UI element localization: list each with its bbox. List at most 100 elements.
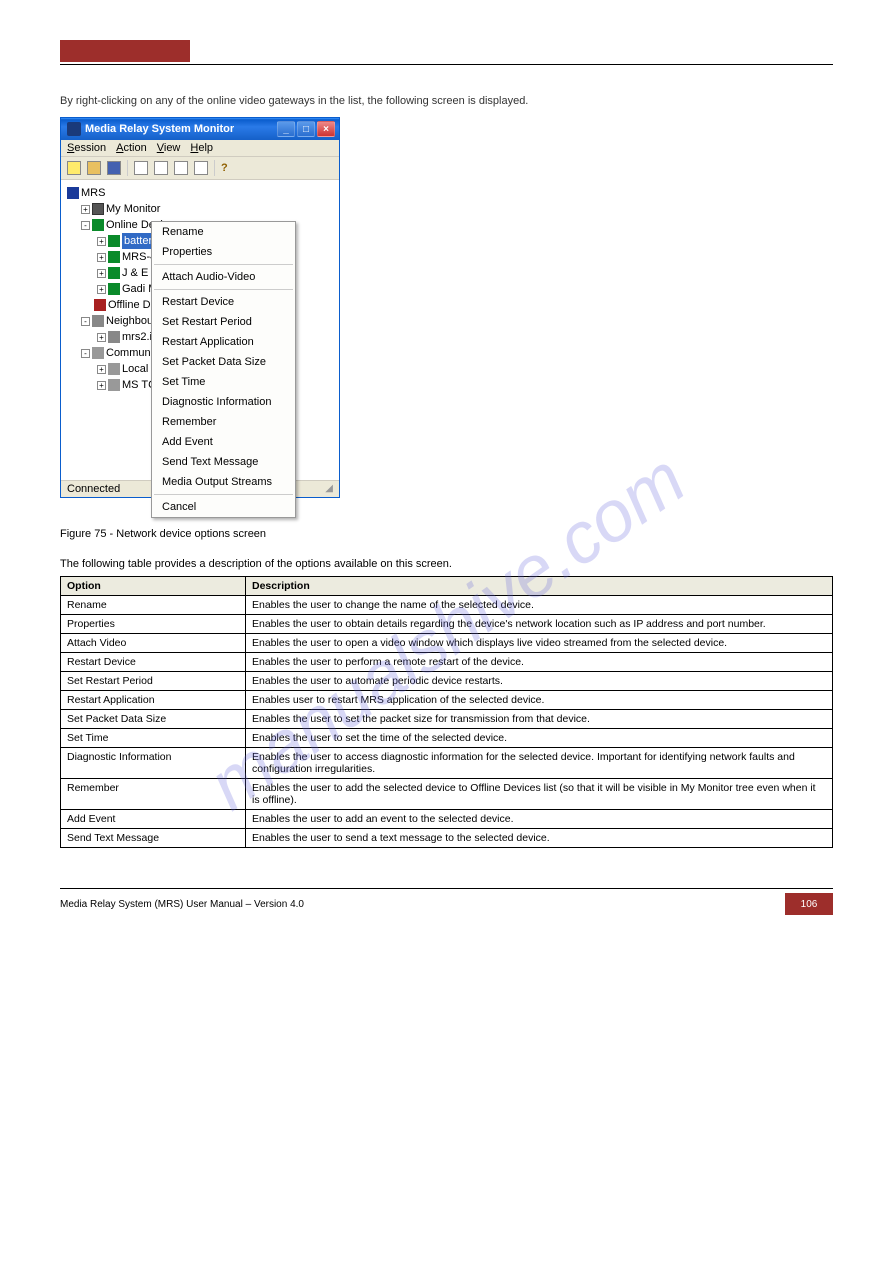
tree-item-label: J & E I: [122, 265, 154, 281]
context-menu-item[interactable]: Diagnostic Information: [152, 392, 295, 412]
context-menu-item[interactable]: Set Packet Data Size: [152, 352, 295, 372]
cell-description: Enables the user to send a text message …: [246, 829, 833, 848]
toolbar-layout-2[interactable]: [154, 161, 168, 175]
cell-option: Properties: [61, 615, 246, 634]
header-rule: [60, 64, 833, 65]
context-menu-item[interactable]: Media Output Streams: [152, 472, 295, 492]
toolbar-layout-3[interactable]: [174, 161, 188, 175]
toolbar-icon-save[interactable]: [107, 161, 121, 175]
context-menu-item[interactable]: Set Time: [152, 372, 295, 392]
table-row: Diagnostic InformationEnables the user t…: [61, 748, 833, 779]
app-icon: [67, 122, 81, 136]
header-red-bar: [60, 40, 190, 62]
node-icon: [108, 235, 120, 247]
figure-caption: Figure 75 - Network device options scree…: [60, 528, 833, 540]
cell-option: Set Restart Period: [61, 672, 246, 691]
node-icon: [92, 347, 104, 359]
menu-separator: [154, 494, 293, 495]
toolbar-layout-4[interactable]: [194, 161, 208, 175]
menu-view[interactable]: View: [157, 142, 181, 154]
table-row: Send Text MessageEnables the user to sen…: [61, 829, 833, 848]
tree-item-label: mrs2.i: [122, 329, 152, 345]
cell-description: Enables user to restart MRS application …: [246, 691, 833, 710]
cell-description: Enables the user to open a video window …: [246, 634, 833, 653]
expand-icon[interactable]: +: [97, 237, 106, 246]
expand-icon[interactable]: +: [97, 253, 106, 262]
cell-option: Rename: [61, 596, 246, 615]
root-icon: [67, 187, 79, 199]
th-option: Option: [61, 577, 246, 596]
tree-root-label: MRS: [81, 185, 105, 201]
context-menu-item[interactable]: Rename: [152, 222, 295, 242]
cell-description: Enables the user to change the name of t…: [246, 596, 833, 615]
menu-action[interactable]: Action: [116, 142, 147, 154]
cell-description: Enables the user to set the time of the …: [246, 729, 833, 748]
context-menu-item[interactable]: Add Event: [152, 432, 295, 452]
context-menu-item[interactable]: Cancel: [152, 497, 295, 517]
toolbar-sep-1: [127, 160, 128, 176]
context-menu-item[interactable]: Restart Application: [152, 332, 295, 352]
titlebar: Media Relay System Monitor _ □ ×: [61, 118, 339, 140]
expand-icon[interactable]: +: [97, 333, 106, 342]
context-menu-item[interactable]: Attach Audio-Video: [152, 267, 295, 287]
cell-option: Remember: [61, 779, 246, 810]
expand-icon[interactable]: +: [97, 269, 106, 278]
table-row: Set Packet Data SizeEnables the user to …: [61, 710, 833, 729]
cell-option: Restart Device: [61, 653, 246, 672]
tree-item-label: Offline De: [108, 297, 157, 313]
node-icon: [92, 203, 104, 215]
expand-icon[interactable]: -: [81, 221, 90, 230]
tree-root[interactable]: MRS: [63, 185, 337, 201]
table-row: RenameEnables the user to change the nam…: [61, 596, 833, 615]
options-table: Option Description RenameEnables the use…: [60, 576, 833, 848]
toolbar-help-icon[interactable]: ?: [221, 162, 228, 174]
expand-icon[interactable]: -: [81, 349, 90, 358]
context-menu-item[interactable]: Set Restart Period: [152, 312, 295, 332]
context-menu: RenameProperties Attach Audio-Video Restar…: [151, 221, 296, 518]
expand-icon[interactable]: +: [97, 285, 106, 294]
node-icon: [92, 315, 104, 327]
footer-left: Media Relay System (MRS) User Manual – V…: [60, 899, 785, 910]
minimize-button[interactable]: _: [277, 121, 295, 137]
tree-panel: MRS +My Monitor-Online Devices+batter+MR…: [61, 180, 339, 480]
cell-description: Enables the user to automate periodic de…: [246, 672, 833, 691]
table-row: Restart ApplicationEnables user to resta…: [61, 691, 833, 710]
cell-option: Set Packet Data Size: [61, 710, 246, 729]
cell-description: Enables the user to obtain details regar…: [246, 615, 833, 634]
table-row: Set Restart PeriodEnables the user to au…: [61, 672, 833, 691]
cell-description: Enables the user to add an event to the …: [246, 810, 833, 829]
context-menu-item[interactable]: Send Text Message: [152, 452, 295, 472]
page-number-box: 106: [785, 893, 833, 915]
xp-window: Media Relay System Monitor _ □ × Session…: [60, 117, 340, 498]
expand-icon[interactable]: +: [97, 365, 106, 374]
tree-item[interactable]: + My Monitor: [63, 201, 337, 217]
context-menu-item[interactable]: Restart Device: [152, 292, 295, 312]
tree-item-label: My Monitor: [106, 201, 160, 217]
table-row: Set TimeEnables the user to set the time…: [61, 729, 833, 748]
node-icon: [108, 363, 120, 375]
footer-rule: [60, 888, 833, 889]
node-icon: [108, 283, 120, 295]
tree-item-label: Neighbour: [106, 313, 157, 329]
footer: Media Relay System (MRS) User Manual – V…: [60, 893, 833, 915]
maximize-button[interactable]: □: [297, 121, 315, 137]
cell-option: Restart Application: [61, 691, 246, 710]
expand-icon[interactable]: +: [81, 205, 90, 214]
toolbar-icon-open[interactable]: [87, 161, 101, 175]
expand-icon[interactable]: -: [81, 317, 90, 326]
context-menu-item[interactable]: Remember: [152, 412, 295, 432]
toolbar-layout-1[interactable]: [134, 161, 148, 175]
cell-option: Add Event: [61, 810, 246, 829]
table-intro: The following table provides a descripti…: [60, 558, 833, 570]
toolbar-icon-1[interactable]: [67, 161, 81, 175]
menubar: Session Action View Help: [61, 140, 339, 157]
close-button[interactable]: ×: [317, 121, 335, 137]
status-text: Connected: [67, 483, 120, 495]
expand-icon[interactable]: +: [97, 381, 106, 390]
toolbar: ?: [61, 157, 339, 180]
resize-grip-icon[interactable]: ◢: [325, 483, 333, 495]
context-menu-item[interactable]: Properties: [152, 242, 295, 262]
menu-session[interactable]: Session: [67, 142, 106, 154]
menu-help[interactable]: Help: [190, 142, 213, 154]
cell-option: Send Text Message: [61, 829, 246, 848]
